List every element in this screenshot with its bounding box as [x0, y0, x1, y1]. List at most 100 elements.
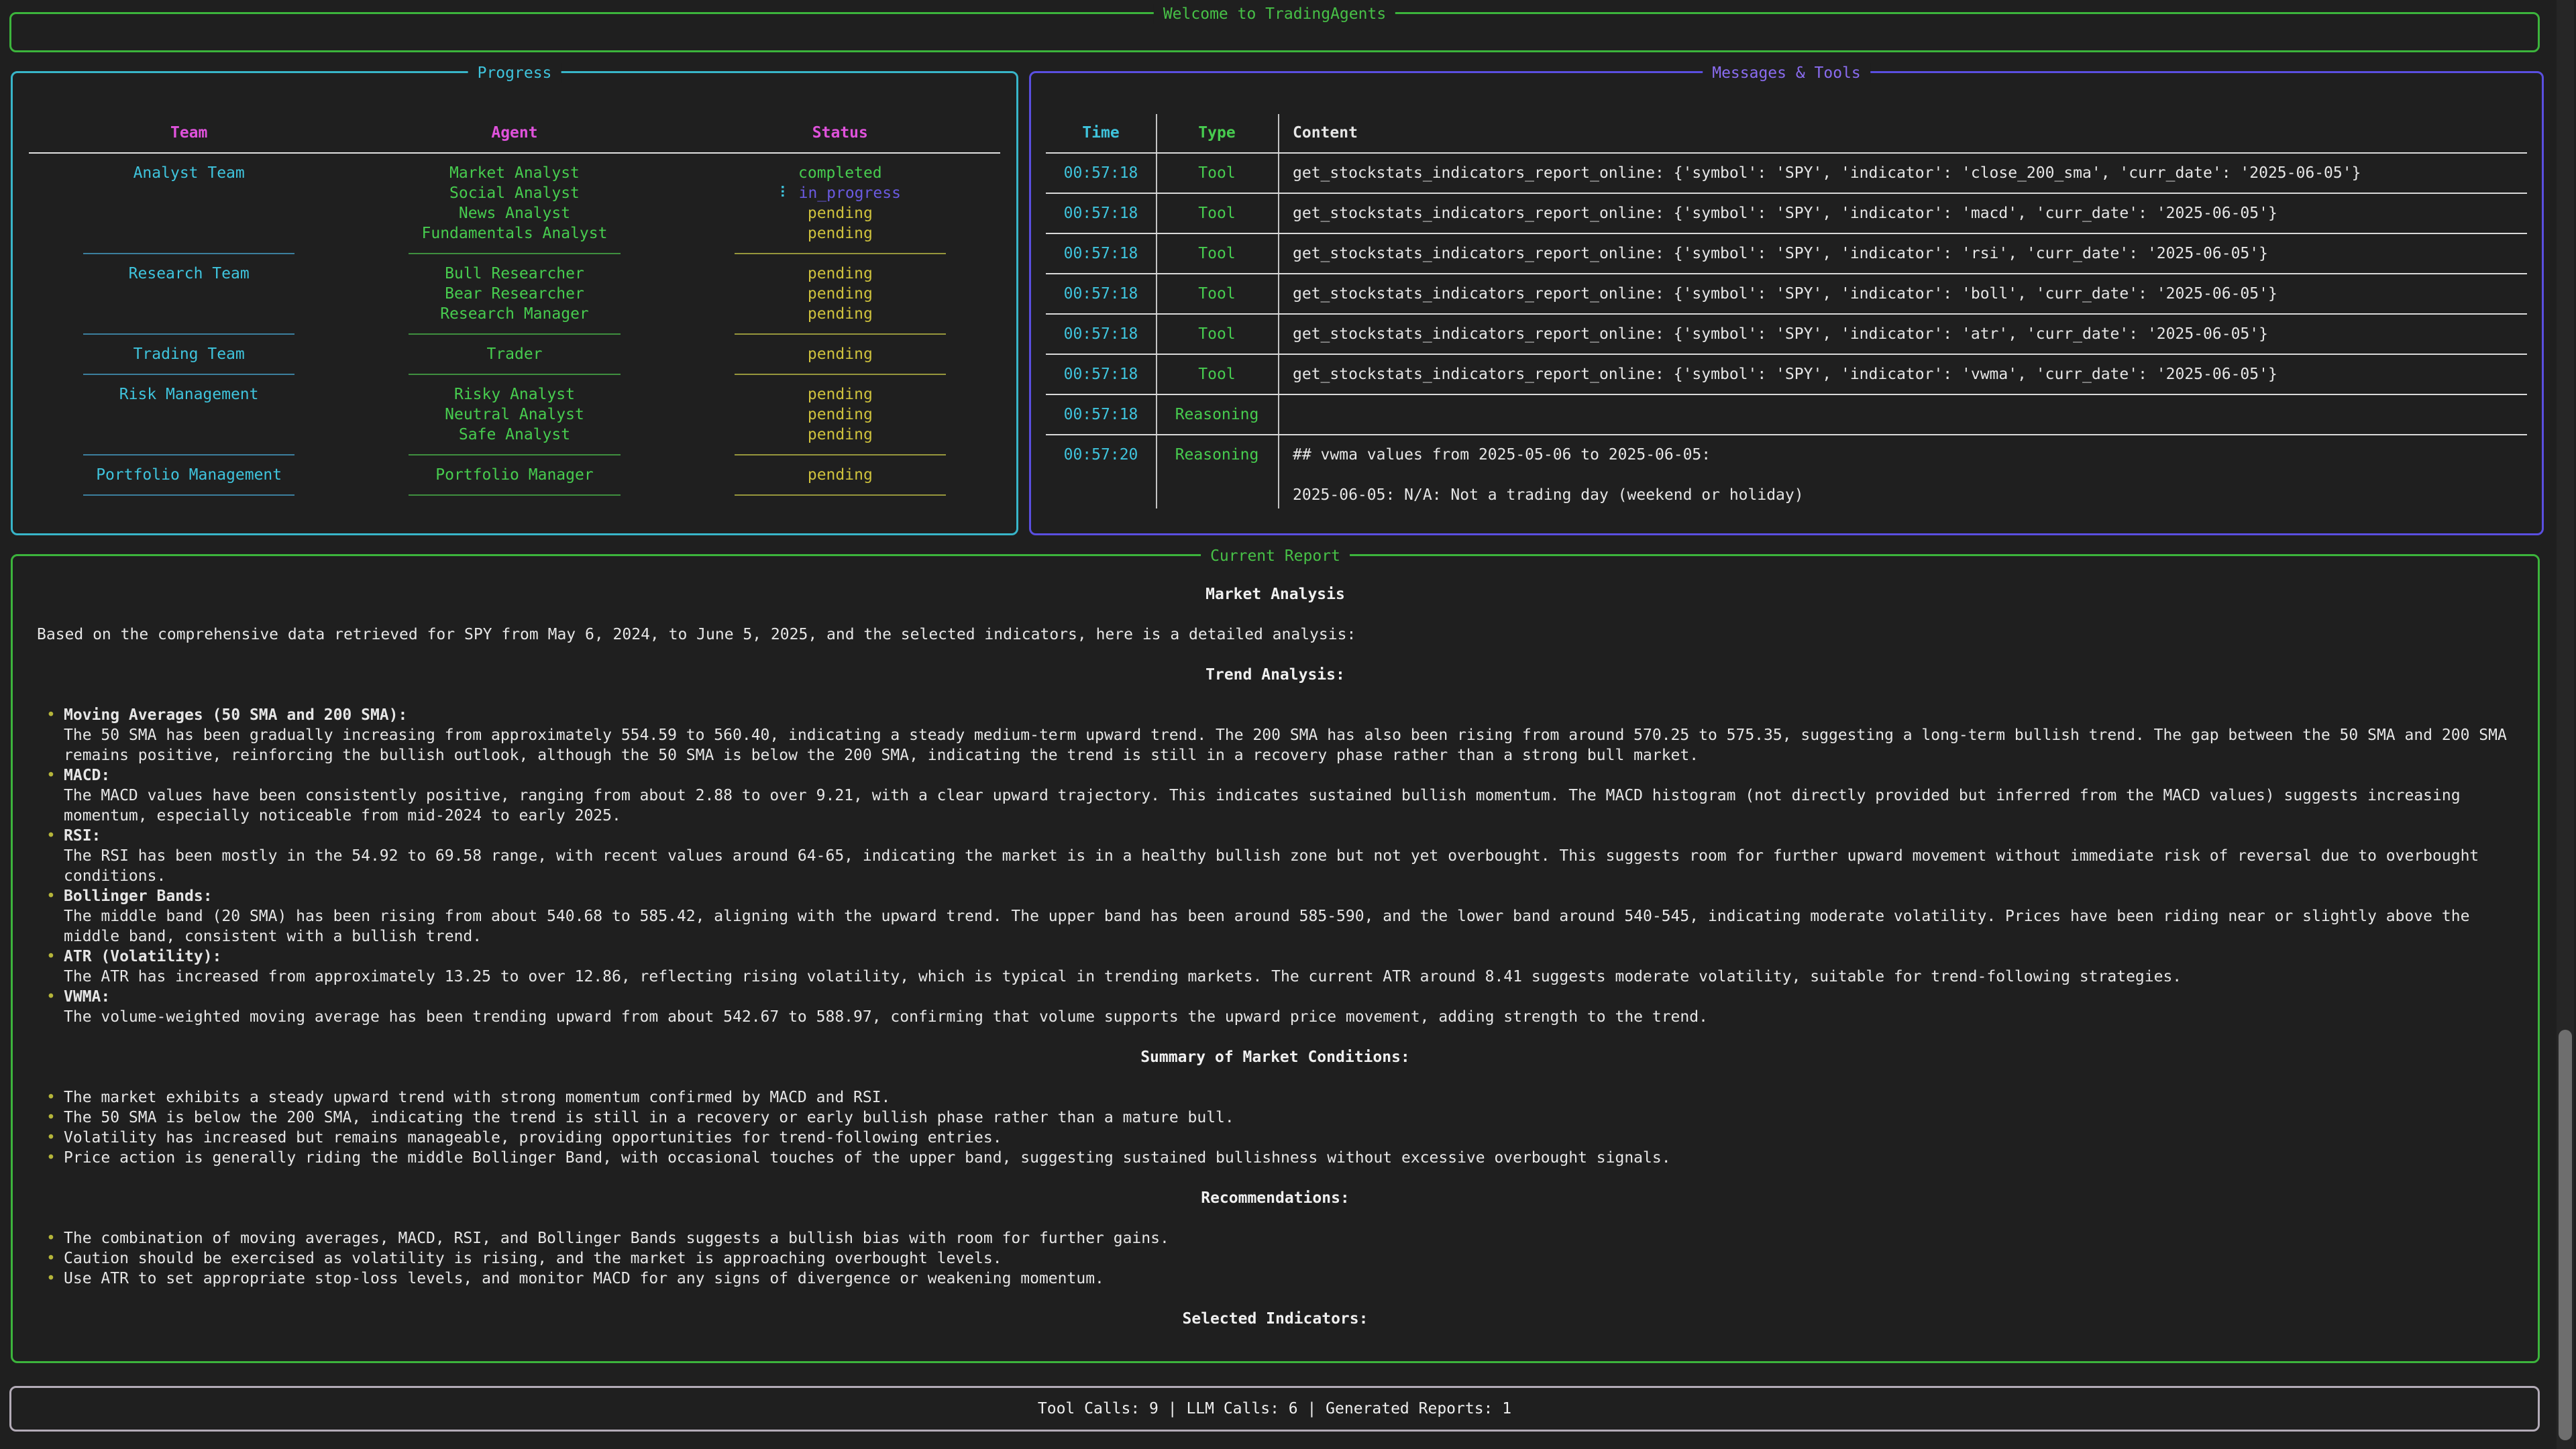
message-type: Tool: [1156, 244, 1278, 264]
bullet-body: The MACD values have been consistently p…: [64, 786, 2514, 826]
bullet-body: The ATR has increased from approximately…: [64, 967, 2514, 987]
progress-row: Neutral Analystpending: [26, 405, 1003, 425]
current-report-panel: Current Report Market Analysis Based on …: [11, 554, 2540, 1363]
column-header-agent: Agent: [352, 123, 677, 143]
message-row: 00:57:18Toolget_stockstats_indicators_re…: [1046, 324, 2527, 344]
bullet-content: VWMA:The volume-weighted moving average …: [64, 987, 2514, 1027]
team-cell: [26, 304, 352, 324]
welcome-panel: Welcome to TradingAgents: [9, 12, 2540, 52]
bullet-item: •Use ATR to set appropriate stop-loss le…: [37, 1269, 2514, 1289]
bullet-marker: •: [46, 765, 64, 826]
summary-heading: Summary of Market Conditions:: [37, 1047, 2514, 1067]
progress-panel: Progress Team Agent Status Analyst TeamM…: [11, 71, 1018, 535]
row-separator: [1046, 425, 2527, 445]
spinner-icon: ⠇: [780, 184, 791, 202]
status-text: pending: [808, 225, 873, 242]
bullet-item: •Moving Averages (50 SMA and 200 SMA):Th…: [37, 705, 2514, 765]
separator-line: [678, 324, 1003, 344]
progress-row: Research TeamBull Researcherpending: [26, 264, 1003, 284]
bullet-body: The RSI has been mostly in the 54.92 to …: [64, 846, 2514, 886]
message-content: ## vwma values from 2025-05-06 to 2025-0…: [1278, 445, 2527, 505]
bullet-content: The 50 SMA is below the 200 SMA, indicat…: [64, 1108, 2514, 1128]
team-section-separator: [26, 324, 1003, 344]
status-text: pending: [808, 205, 873, 222]
messages-tools-panel: Messages & Tools Time Type Content 00:57…: [1029, 71, 2544, 535]
agent-cell: Market Analyst: [352, 163, 677, 183]
agent-cell: Bull Researcher: [352, 264, 677, 284]
messages-table-header: Time Type Content: [1046, 123, 2527, 143]
message-row: 00:57:18Toolget_stockstats_indicators_re…: [1046, 163, 2527, 183]
message-row: 00:57:18Reasoning: [1046, 405, 2527, 425]
message-time: 00:57:18: [1046, 284, 1156, 304]
bullet-title: Moving Averages (50 SMA and 200 SMA):: [64, 705, 2514, 725]
messages-table: Time Type Content 00:57:18Toolget_stocks…: [1046, 73, 2527, 505]
bullet-marker: •: [46, 1087, 64, 1108]
bullet-content: The combination of moving averages, MACD…: [64, 1228, 2514, 1248]
progress-row: News Analystpending: [26, 203, 1003, 223]
message-time: 00:57:18: [1046, 163, 1156, 183]
progress-row: Risk ManagementRisky Analystpending: [26, 384, 1003, 405]
progress-table-header: Team Agent Status: [26, 123, 1003, 143]
team-cell: [26, 203, 352, 223]
bullet-item: •VWMA:The volume-weighted moving average…: [37, 987, 2514, 1027]
row-separator: [1046, 223, 2527, 244]
team-section-separator: [26, 445, 1003, 465]
message-row: 00:57:18Toolget_stockstats_indicators_re…: [1046, 203, 2527, 223]
separator-line: [352, 445, 677, 465]
team-section-separator: [26, 364, 1003, 384]
progress-table: Team Agent Status Analyst TeamMarket Ana…: [13, 73, 1016, 505]
bullet-marker: •: [46, 826, 64, 886]
bullet-marker: •: [46, 947, 64, 987]
message-content: get_stockstats_indicators_report_online:…: [1278, 203, 2527, 223]
status-text: completed: [798, 164, 882, 182]
bullet-item: •Bollinger Bands:The middle band (20 SMA…: [37, 886, 2514, 947]
status-text: in_progress: [799, 184, 901, 202]
scrollbar-thumb[interactable]: [2559, 1030, 2572, 1440]
bullet-marker: •: [46, 1148, 64, 1168]
column-header-status: Status: [678, 123, 1003, 143]
team-cell: [26, 223, 352, 244]
bullet-marker: •: [46, 1128, 64, 1148]
status-cell: pending: [678, 405, 1003, 425]
bullet-item: •MACD:The MACD values have been consiste…: [37, 765, 2514, 826]
team-section-separator: [26, 485, 1003, 505]
bullet-item: •Caution should be exercised as volatili…: [37, 1248, 2514, 1269]
message-type: Tool: [1156, 163, 1278, 183]
bullet-item: •The market exhibits a steady upward tre…: [37, 1087, 2514, 1108]
bullet-content: MACD:The MACD values have been consisten…: [64, 765, 2514, 826]
bullet-content: Moving Averages (50 SMA and 200 SMA):The…: [64, 705, 2514, 765]
message-content: get_stockstats_indicators_report_online:…: [1278, 324, 2527, 344]
message-time: 00:57:20: [1046, 445, 1156, 505]
header-separator: [1046, 143, 2527, 163]
message-content: get_stockstats_indicators_report_online:…: [1278, 244, 2527, 264]
status-cell: pending: [678, 344, 1003, 364]
team-cell: Analyst Team: [26, 163, 352, 183]
status-text: pending: [808, 406, 873, 423]
message-time: 00:57:18: [1046, 364, 1156, 384]
agent-cell: Social Analyst: [352, 183, 677, 203]
separator-line: [678, 244, 1003, 264]
progress-row: Trading TeamTraderpending: [26, 344, 1003, 364]
summary-bullet-list: •The market exhibits a steady upward tre…: [37, 1087, 2514, 1168]
header-separator: [26, 143, 1003, 163]
status-cell: pending: [678, 384, 1003, 405]
team-cell: [26, 183, 352, 203]
status-cell: pending: [678, 264, 1003, 284]
message-time: 00:57:18: [1046, 324, 1156, 344]
recommendations-bullet-list: •The combination of moving averages, MAC…: [37, 1228, 2514, 1289]
progress-row: Research Managerpending: [26, 304, 1003, 324]
separator-line: [352, 324, 677, 344]
status-text: pending: [808, 305, 873, 323]
bullet-content: Price action is generally riding the mid…: [64, 1148, 2514, 1168]
row-separator: [1046, 183, 2527, 203]
bullet-item: •Volatility has increased but remains ma…: [37, 1128, 2514, 1148]
progress-row: Social Analyst ⠇ in_progress: [26, 183, 1003, 203]
status-text: pending: [808, 345, 873, 363]
status-cell: pending: [678, 465, 1003, 485]
progress-row: Portfolio ManagementPortfolio Managerpen…: [26, 465, 1003, 485]
trend-analysis-heading: Trend Analysis:: [37, 665, 2514, 685]
separator-line: [352, 364, 677, 384]
message-row: 00:57:18Toolget_stockstats_indicators_re…: [1046, 284, 2527, 304]
team-cell: [26, 405, 352, 425]
row-separator: [1046, 344, 2527, 364]
